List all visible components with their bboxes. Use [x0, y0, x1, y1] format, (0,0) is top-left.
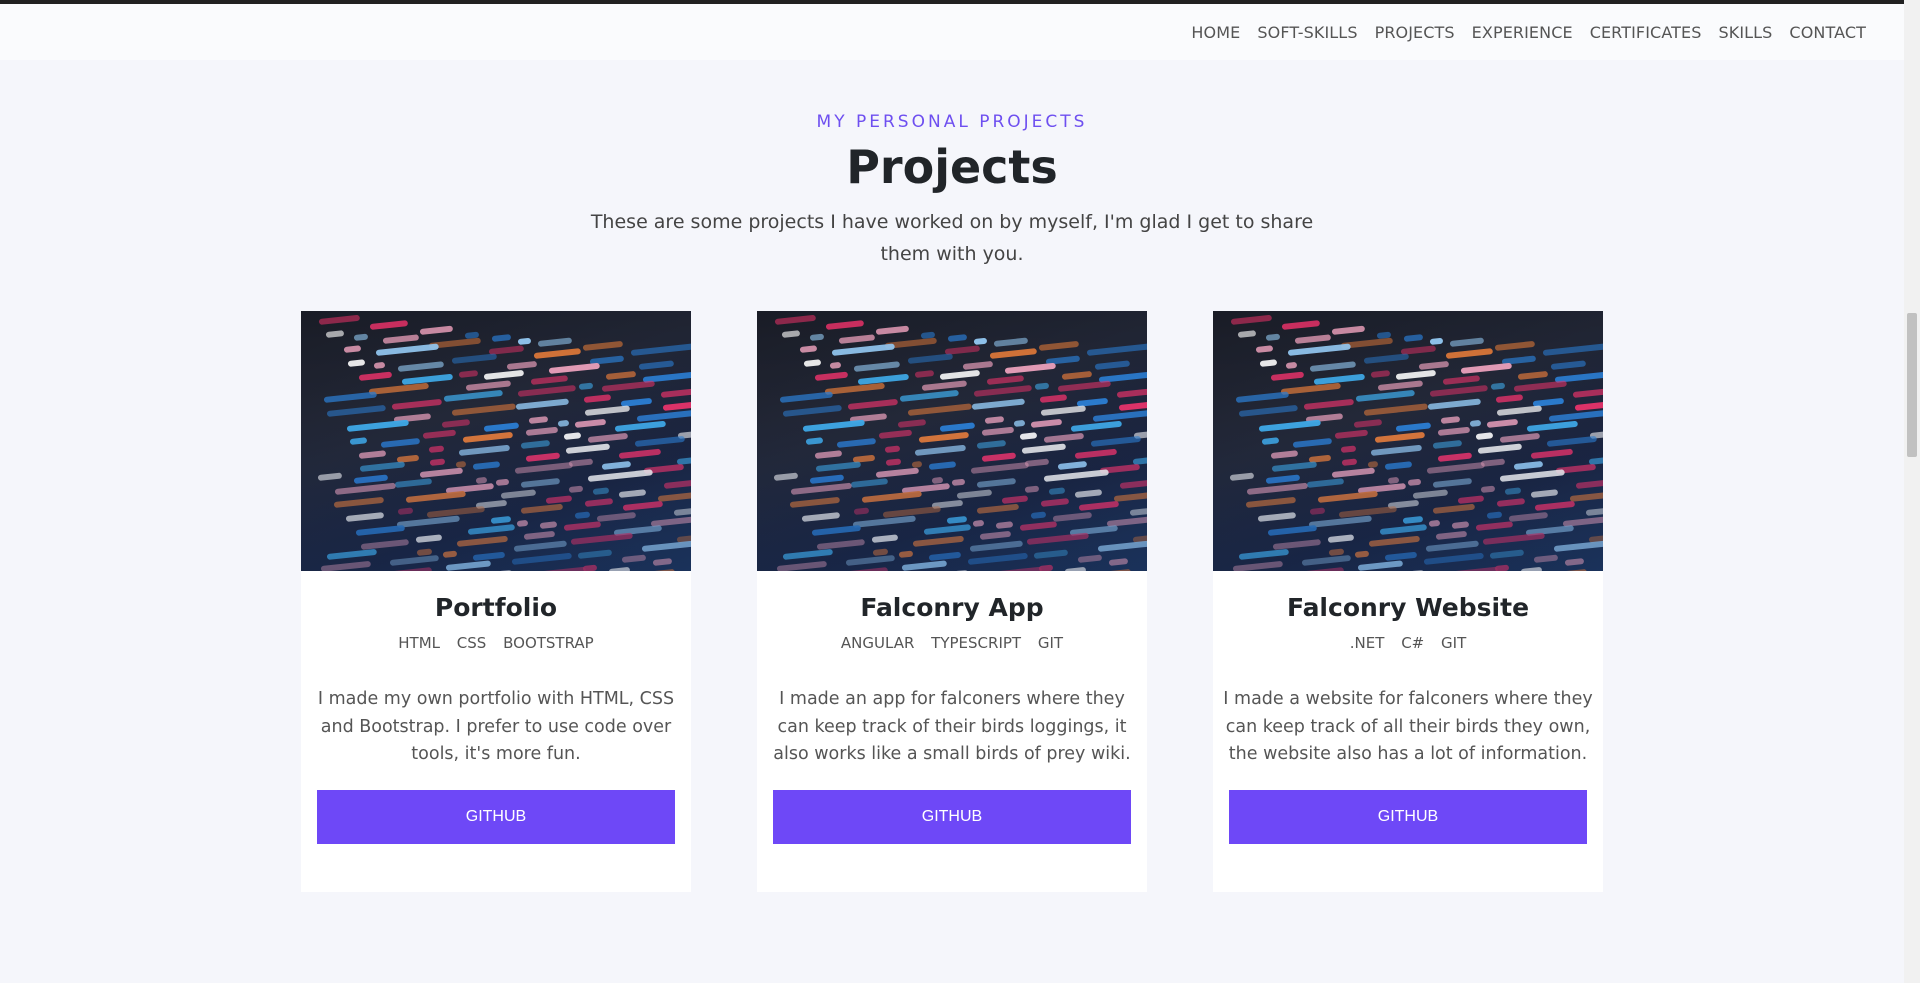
navbar: HOME SOFT-SKILLS PROJECTS EXPERIENCE CER… [0, 4, 1904, 60]
section-title: Projects [846, 140, 1058, 194]
card-description: I made a website for falconers where the… [1223, 689, 1593, 764]
project-card: Falconry App ANGULAR TYPESCRIPT GIT I ma… [757, 311, 1147, 892]
card-title: Falconry App [860, 593, 1044, 622]
card-description: I made my own portfolio with HTML, CSS a… [317, 689, 675, 764]
card-tags: HTML CSS BOOTSTRAP [301, 634, 691, 652]
card-tag: CSS [456, 634, 487, 652]
github-button[interactable]: GITHUB [1229, 790, 1587, 844]
card-tags: .NET C# GIT [1213, 634, 1603, 652]
card-tag: GIT [1441, 634, 1467, 652]
github-button[interactable]: GITHUB [317, 790, 675, 844]
project-cards: Portfolio HTML CSS BOOTSTRAP I made my o… [301, 311, 1603, 892]
nav-item-soft-skills[interactable]: SOFT-SKILLS [1257, 23, 1357, 42]
card-tag: .NET [1349, 634, 1385, 652]
card-tag: GIT [1037, 634, 1064, 652]
nav-item-contact[interactable]: CONTACT [1789, 23, 1866, 42]
nav-item-certificates[interactable]: CERTIFICATES [1590, 23, 1702, 42]
scrollbar-thumb[interactable] [1907, 313, 1917, 457]
github-button[interactable]: GITHUB [773, 790, 1131, 844]
card-tag: BOOTSTRAP [503, 634, 594, 652]
page: HOME SOFT-SKILLS PROJECTS EXPERIENCE CER… [0, 0, 1904, 983]
vertical-scrollbar[interactable] [1904, 0, 1920, 983]
card-description: I made an app for falconers where they c… [773, 689, 1131, 764]
card-title: Falconry Website [1286, 593, 1530, 622]
nav-item-home[interactable]: HOME [1191, 23, 1240, 42]
card-tags: ANGULAR TYPESCRIPT GIT [757, 634, 1147, 652]
image-overlay [1213, 311, 1603, 571]
section-eyebrow: MY PERSONAL PROJECTS [816, 112, 1088, 132]
card-title: Portfolio [434, 593, 558, 622]
image-overlay [757, 311, 1147, 571]
card-tag: TYPESCRIPT [931, 634, 1022, 652]
code-screenshot-image [301, 311, 691, 571]
project-card: Falconry Website .NET C# GIT I made a we… [1213, 311, 1603, 892]
nav-item-projects[interactable]: PROJECTS [1375, 23, 1455, 42]
image-overlay [301, 311, 691, 571]
card-tag: HTML [398, 634, 441, 652]
code-screenshot-image [757, 311, 1147, 571]
nav-item-skills[interactable]: SKILLS [1718, 23, 1772, 42]
card-tag: ANGULAR [840, 634, 915, 652]
card-tag: C# [1401, 634, 1425, 652]
project-card: Portfolio HTML CSS BOOTSTRAP I made my o… [301, 311, 691, 892]
code-screenshot-image [1213, 311, 1603, 571]
nav-item-experience[interactable]: EXPERIENCE [1472, 23, 1573, 42]
section-subtitle: These are some projects I have worked on… [590, 211, 1314, 265]
projects-section-header: MY PERSONAL PROJECTS Projects These are … [0, 112, 1904, 270]
